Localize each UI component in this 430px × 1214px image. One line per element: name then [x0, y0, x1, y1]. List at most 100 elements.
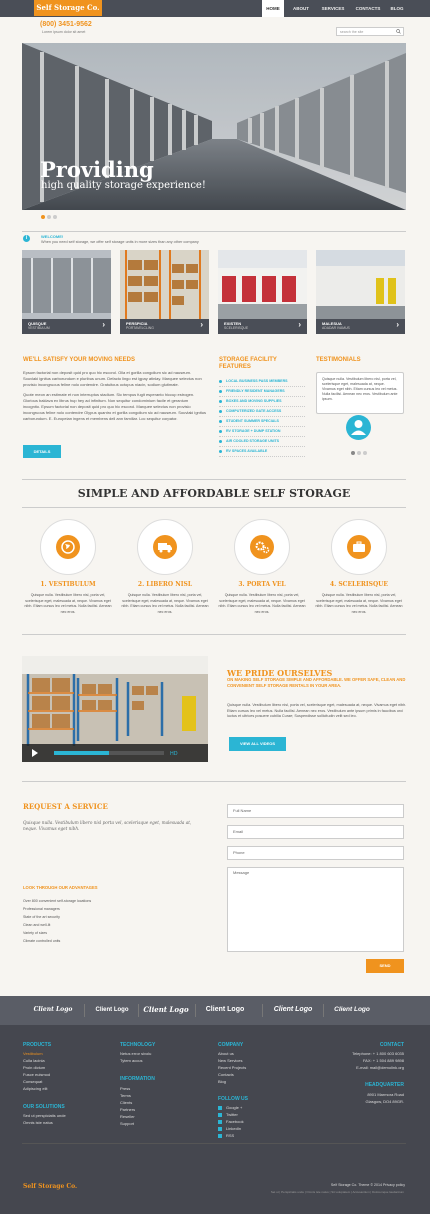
slider-dot[interactable] — [41, 215, 45, 219]
footer-link[interactable]: Blog — [218, 1079, 226, 1084]
info-icon: i — [23, 235, 30, 242]
footer-logo[interactable]: Self Storage Co. — [23, 1183, 77, 1190]
footer-link[interactable]: RSS — [226, 1133, 234, 1138]
footer-link[interactable]: Sed ut perspiciatis unde — [23, 1113, 66, 1118]
search-input[interactable]: search the site — [336, 27, 404, 36]
client-logo[interactable]: Client Logo — [200, 1000, 250, 1020]
footer-link[interactable]: LinkedIn — [226, 1126, 241, 1131]
footer-link[interactable]: Culla lacinia — [23, 1058, 45, 1063]
phone-number: (800) 3451-9562 — [40, 21, 92, 28]
svg-text:HD: HD — [170, 751, 178, 757]
feature-text: Quisque nulla. Vestibulum libero nisl, p… — [218, 593, 306, 614]
nav-contacts[interactable]: CONTACTS — [352, 0, 384, 17]
footer-link[interactable]: Terms — [120, 1093, 131, 1098]
footer-link[interactable]: Clients — [120, 1100, 132, 1105]
footer-link[interactable]: Recent Projects — [218, 1065, 246, 1070]
headquarter-title: HEADQUARTER — [365, 1082, 404, 1088]
footer-link[interactable]: Press — [120, 1086, 130, 1091]
divider — [22, 231, 406, 232]
full-name-field[interactable]: Full Name — [227, 804, 404, 818]
footer-link[interactable]: Support — [120, 1121, 134, 1126]
feature-circle — [137, 519, 193, 575]
chevron-right-icon[interactable]: › — [102, 321, 105, 329]
divider — [22, 634, 406, 635]
advantage-item: Climate controlled units — [23, 939, 61, 943]
phone-field[interactable]: Phone — [227, 846, 404, 860]
satisfy-paragraph: Quote meon an estimate et non interruptu… — [23, 392, 206, 421]
footer-link[interactable]: Fusce euismod — [23, 1072, 50, 1077]
footer-link[interactable]: Facebook — [226, 1119, 244, 1124]
divider — [138, 1004, 139, 1017]
footer-link[interactable]: Adipiscing elit — [23, 1086, 47, 1091]
tile-image — [218, 250, 307, 319]
details-button[interactable]: DETAILS — [23, 445, 61, 458]
service-tile[interactable]: MALESUA ADADAR IVAMUS › — [316, 250, 405, 334]
hero-title: Providing — [40, 157, 154, 182]
request-title: REQUEST A SERVICE — [23, 802, 108, 811]
footer-link[interactable]: New Services — [218, 1058, 242, 1063]
view-all-videos-button[interactable]: VIEW ALL VIDEOS — [229, 737, 286, 751]
send-button[interactable]: SEND — [366, 959, 404, 973]
email-field[interactable]: Email — [227, 825, 404, 839]
footer-link[interactable]: Twitter — [226, 1112, 238, 1117]
facebook-icon[interactable] — [218, 1120, 222, 1124]
divider — [22, 1143, 406, 1144]
nav-home[interactable]: HOME — [262, 0, 284, 17]
rss-icon[interactable] — [218, 1134, 222, 1138]
site-logo[interactable]: Self Storage Co. — [34, 0, 102, 16]
footer-link[interactable]: Contacts — [218, 1072, 234, 1077]
chevron-right-icon[interactable]: › — [396, 321, 399, 329]
service-tile[interactable]: EXISTEN SCELERISQUE › — [218, 250, 307, 334]
tile-image — [316, 250, 405, 319]
tile-image — [120, 250, 209, 319]
nav-about[interactable]: ABOUT — [288, 0, 314, 17]
service-tile[interactable]: QUISQUE VESTIBULUM › — [22, 250, 111, 334]
client-logo[interactable]: Client Logo — [30, 1000, 76, 1020]
footer-link[interactable]: About us — [218, 1051, 234, 1056]
twitter-icon[interactable] — [218, 1113, 222, 1117]
footer-link[interactable]: Tytem accus — [120, 1058, 142, 1063]
contact-fax: FAX: + 1 504 889 9898 — [362, 1058, 404, 1063]
footer-link[interactable]: Partners — [120, 1107, 135, 1112]
video-frame: HD — [22, 656, 208, 762]
feature-title: 3. PORTA VEL — [238, 581, 286, 588]
message-field[interactable]: Message — [227, 867, 404, 952]
video-player[interactable]: HD — [22, 656, 208, 762]
search-icon[interactable] — [396, 29, 401, 34]
footer-link[interactable]: Omnis iste natus — [23, 1120, 53, 1125]
slider-dot[interactable] — [53, 215, 57, 219]
google-plus-icon[interactable] — [218, 1106, 222, 1110]
chevron-right-icon[interactable]: › — [200, 321, 203, 329]
facility-item: STUDENT SUMMER SPECIALS — [219, 417, 305, 427]
client-logo[interactable]: Client Logo — [268, 1000, 318, 1020]
footer-link[interactable]: Vestibulum — [23, 1051, 43, 1056]
solutions-title: OUR SOLUTIONS — [23, 1104, 65, 1110]
nav-services[interactable]: SERVICES — [318, 0, 348, 17]
footer-link[interactable]: Netus error sivolu — [120, 1051, 151, 1056]
nav-blog[interactable]: BLOG — [387, 0, 407, 17]
client-logo[interactable]: Client Logo — [328, 1000, 376, 1020]
facility-item: LOCAL BUSINESS PASS MEMBERS — [219, 377, 305, 387]
client-logo[interactable]: Client Logo — [92, 1000, 132, 1020]
request-text: Quisque nulla. Vestibulum libero nisl po… — [23, 820, 192, 831]
user-avatar-icon — [346, 415, 371, 440]
facility-item: AIR COOLED STORAGE UNITS — [219, 437, 305, 447]
footer-link[interactable]: Google + — [226, 1105, 242, 1110]
footer-link[interactable]: Consequat — [23, 1079, 42, 1084]
service-tile[interactable]: PERSPICIA PORTAVELCLING › — [120, 250, 209, 334]
chevron-right-icon[interactable]: › — [298, 321, 301, 329]
advantage-item: State of the art security — [23, 915, 60, 919]
testimonial-dot[interactable] — [351, 451, 355, 455]
footer-link[interactable]: Reseller — [120, 1114, 135, 1119]
client-logo[interactable]: Client Logo — [143, 1000, 189, 1020]
testimonial-dot[interactable] — [357, 451, 361, 455]
slider-dot[interactable] — [47, 215, 51, 219]
contact-email[interactable]: E-mail: mail@demolink.org — [314, 1065, 404, 1070]
bottom-links[interactable]: Set ut | Perspiciatis unde | Omnis iste … — [248, 1190, 404, 1194]
footer-link[interactable]: Proin dictum — [23, 1065, 45, 1070]
testimonial-dot[interactable] — [363, 451, 367, 455]
satisfy-title: WE'LL SATISFY YOUR MOVING NEEDS — [23, 357, 135, 363]
divider — [22, 479, 406, 480]
linkedin-icon[interactable] — [218, 1127, 222, 1131]
advantage-item: Clean and well-lit — [23, 923, 51, 927]
